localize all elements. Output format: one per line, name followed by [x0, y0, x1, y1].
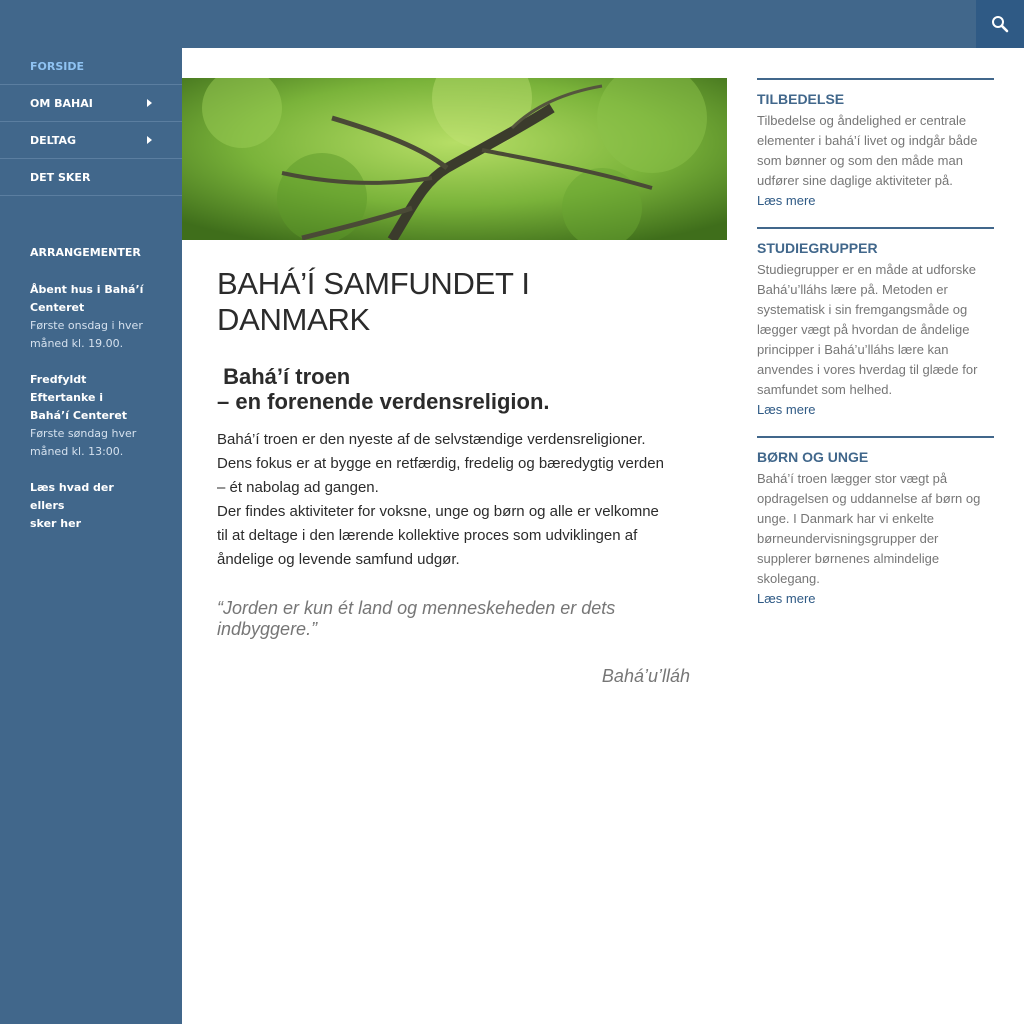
widget-text-line: principper i Bahá’u’lláhs lære kan: [757, 342, 949, 357]
widget-text-line: Bahá’í troen lægger stor vægt på: [757, 471, 948, 486]
widget-title[interactable]: STUDIEGRUPPER: [757, 240, 994, 256]
widget-title[interactable]: BØRN OG UNGE: [757, 449, 994, 465]
widget-text-line: udfører sine daglige aktiviteter på.: [757, 173, 953, 188]
event-time-line: måned kl. 13:00.: [30, 445, 124, 458]
event-title-line[interactable]: Fredfyldt Eftertanke i: [30, 371, 152, 407]
hero-image: [182, 78, 727, 240]
widget-text-line: Bahá’u’lláhs lære på. Metoden er: [757, 282, 948, 297]
widget-text: Bahá’í troen lægger stor vægt på opdrage…: [757, 469, 994, 589]
nav-item-label: DET SKER: [30, 170, 91, 184]
sidebar: FORSIDE OM BAHAI DELTAG DET SKER ARRANGE…: [0, 48, 182, 1024]
search-icon: [992, 16, 1009, 33]
nav-item-label: OM BAHAI: [30, 96, 93, 110]
intro-paragraph: Bahá’í troen er den nyeste af de selvstæ…: [217, 428, 697, 572]
events-widget: ARRANGEMENTER Åbent hus i Bahá’í Centere…: [0, 196, 182, 533]
subheading-line: Bahá’í troen: [217, 364, 351, 389]
intro-line: til at deltage i den lærende kollektive …: [217, 527, 638, 544]
main-content: BAHÁ’Í SAMFUNDET I DANMARK Bahá’í troen …: [217, 266, 697, 687]
quote-author: Bahá’u’lláh: [601, 666, 690, 686]
widget-tilbedelse: TILBEDELSE Tilbedelse og åndelighed er c…: [757, 78, 994, 211]
chevron-right-icon: [147, 136, 152, 144]
subheading: Bahá’í troen – en forenende verdensrelig…: [217, 364, 697, 414]
event-item: Fredfyldt Eftertanke i Bahá’í Centeret F…: [30, 371, 152, 461]
widget-text-line: Studiegrupper er en måde at udforske: [757, 262, 976, 277]
event-time-line: måned kl. 19.00.: [30, 337, 124, 350]
top-bar: [0, 0, 1024, 48]
nav-item-label: DELTAG: [30, 133, 77, 147]
widget-text-line: unge. I Danmark har vi enkelte: [757, 511, 935, 526]
widget-text-line: samfundet som helhed.: [757, 382, 893, 397]
widget-studiegrupper: STUDIEGRUPPER Studiegrupper er en måde a…: [757, 227, 994, 420]
widget-boern-og-unge: BØRN OG UNGE Bahá’í troen lægger stor væ…: [757, 436, 994, 609]
widget-text-line: som bønner og som den måde man: [757, 153, 963, 168]
main-nav: FORSIDE OM BAHAI DELTAG DET SKER: [0, 48, 182, 196]
read-more-link[interactable]: Læs mere: [757, 589, 994, 609]
event-time-line: Første onsdag i hver: [30, 319, 143, 332]
widget-text-line: Tilbedelse og åndelighed er centrale: [757, 113, 967, 128]
page-title: BAHÁ’Í SAMFUNDET I DANMARK: [217, 266, 697, 338]
intro-line: – ét nabolag ad gangen.: [217, 479, 379, 496]
widget-text: Studiegrupper er en måde at udforske Bah…: [757, 260, 994, 400]
quote-text: “Jorden er kun ét land og menneskeheden …: [217, 598, 616, 639]
event-title-line[interactable]: Åbent hus i Bahá’í: [30, 281, 152, 299]
widget-text-line: anvendes i vores hverdag til glæde for: [757, 362, 978, 377]
event-time-line: Første søndag hver: [30, 427, 137, 440]
event-item: Åbent hus i Bahá’í Centeret Første onsda…: [30, 281, 152, 353]
event-title-line[interactable]: Bahá’í Centeret: [30, 407, 152, 425]
widget-text-line: skolegang.: [757, 571, 820, 586]
chevron-right-icon: [147, 99, 152, 107]
widget-text-line: opdragelsen og uddannelse af børn og: [757, 491, 981, 506]
nav-item-label: FORSIDE: [30, 59, 84, 73]
widget-text-line: børneundervisningsgrupper der: [757, 531, 939, 546]
nav-item-forside[interactable]: FORSIDE: [0, 48, 182, 85]
nav-item-det-sker[interactable]: DET SKER: [0, 159, 182, 196]
events-heading: ARRANGEMENTER: [30, 246, 141, 259]
read-more-link[interactable]: Læs mere: [757, 191, 994, 211]
event-title-line[interactable]: Centeret: [30, 299, 152, 317]
nav-item-om-bahai[interactable]: OM BAHAI: [0, 85, 182, 122]
intro-line: Dens fokus er at bygge en retfærdig, fre…: [217, 455, 664, 472]
intro-line: Bahá’í troen er den nyeste af de selvstæ…: [217, 431, 646, 448]
intro-line: Der findes aktiviteter for voksne, unge …: [217, 503, 659, 520]
read-more-link[interactable]: Læs mere: [757, 400, 994, 420]
search-button[interactable]: [976, 0, 1024, 48]
widget-text: Tilbedelse og åndelighed er centrale ele…: [757, 111, 994, 191]
right-sidebar: TILBEDELSE Tilbedelse og åndelighed er c…: [757, 78, 994, 625]
nav-item-deltag[interactable]: DELTAG: [0, 122, 182, 159]
subheading-line: – en forenende verdensreligion.: [217, 389, 550, 414]
widget-text-line: supplerer børnenes almindelige: [757, 551, 940, 566]
more-events-link-line[interactable]: sker her: [30, 515, 152, 533]
widget-text-line: systematisk i sin fremgangsmåde og: [757, 302, 968, 317]
widget-title[interactable]: TILBEDELSE: [757, 91, 994, 107]
intro-line: åndelige og levende samfund udgør.: [217, 551, 460, 568]
more-events-link[interactable]: Læs hvad der ellers sker her: [30, 479, 152, 533]
more-events-link-line[interactable]: Læs hvad der ellers: [30, 479, 152, 515]
widget-text-line: elementer i bahá’í livet og indgår både: [757, 133, 978, 148]
widget-text-line: lægger vægt på hvordan de åndelige: [757, 322, 970, 337]
page-title-line: BAHÁ’Í SAMFUNDET I: [217, 266, 530, 301]
page-title-line: DANMARK: [217, 302, 370, 337]
